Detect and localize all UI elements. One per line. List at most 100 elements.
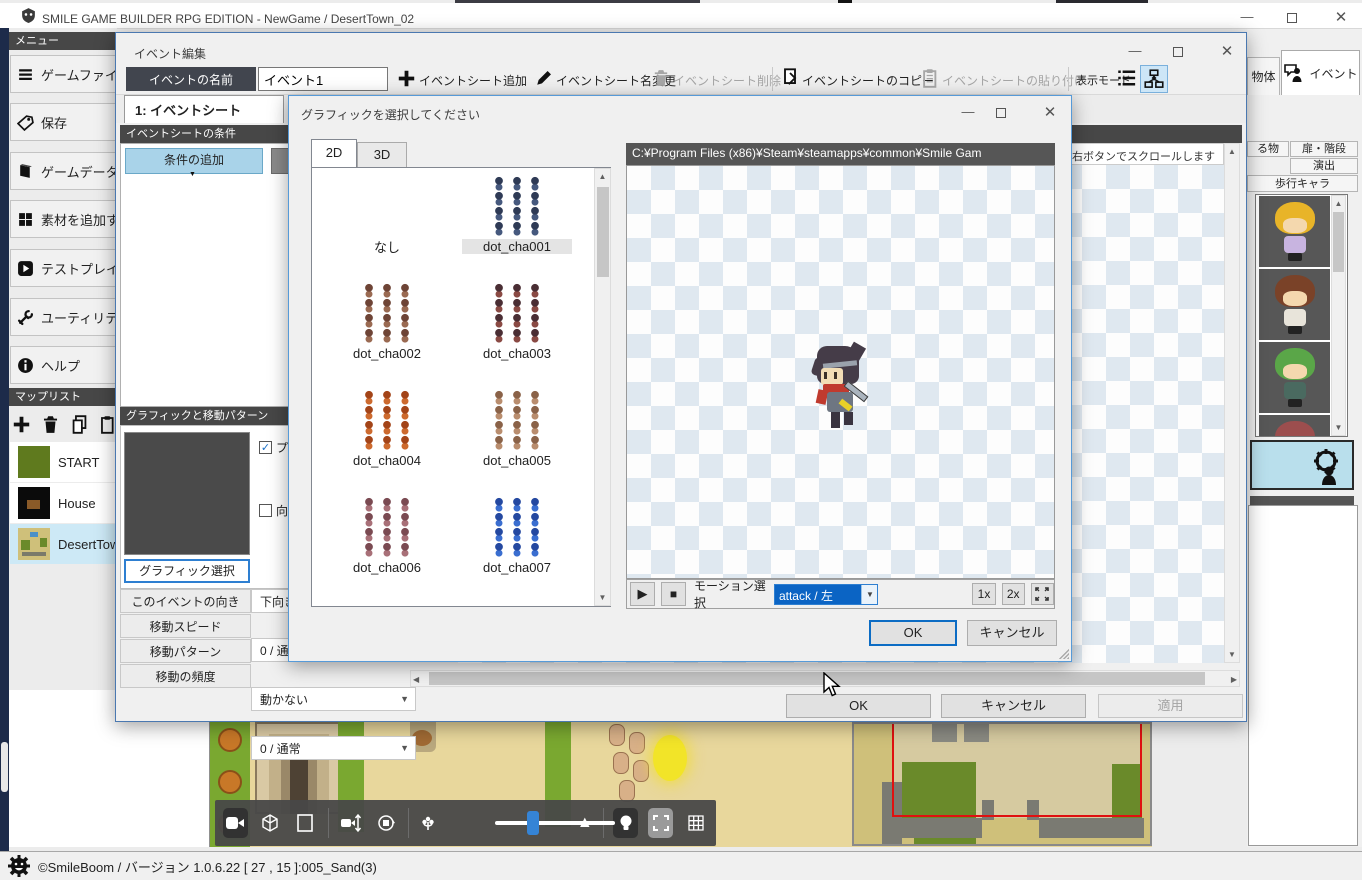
map-scrollbar[interactable] [0,28,9,851]
resize-grip[interactable] [1059,649,1069,659]
event-cancel-button[interactable]: キャンセル [941,694,1086,718]
gfx-preview-box [124,432,250,555]
map-scrollbar-thumb[interactable] [1,742,8,792]
prop-frequency-select[interactable]: 0 / 通常▼ [251,736,416,760]
close-button[interactable]: ✕ [1216,42,1238,60]
scroll-down-icon[interactable]: ▼ [595,590,610,605]
expand-brackets-icon [1035,587,1049,601]
minimize-button[interactable]: — [957,104,979,119]
graphic-item-none[interactable]: なし [332,234,442,256]
graphic-ok-button[interactable]: OK [869,620,957,646]
scroll-down-icon[interactable]: ▼ [1332,420,1345,435]
scroll-up-icon[interactable]: ▲ [1332,196,1345,211]
cube-icon[interactable] [258,808,283,838]
close-button[interactable]: ✕ [1330,8,1352,26]
graphic-item[interactable]: dot_cha006 [332,497,442,575]
sidebar-item-label: ヘルプ [41,356,80,375]
tab-3d[interactable]: 3D [357,142,407,167]
scroll-right-icon[interactable]: ▶ [1231,672,1237,687]
zoom-slider-thumb[interactable] [527,811,539,835]
graphic-cancel-button[interactable]: キャンセル [967,620,1057,646]
tab-object[interactable]: 物体 [1247,57,1280,95]
maximize-button[interactable] [1287,12,1297,26]
maplist-item-deserttown[interactable]: DesertTow [10,524,116,564]
event-name-input[interactable] [258,67,388,91]
minimize-button[interactable]: — [1124,43,1146,58]
copy-sheet-button[interactable]: イベントシートのコピー [802,72,934,89]
maximize-button[interactable] [996,107,1006,121]
subtab-walking-chara[interactable]: 歩行キャラ [1247,175,1358,192]
graphic-item[interactable]: dot_cha007 [462,497,572,575]
rotate-icon[interactable] [373,808,398,838]
dropdown-arrow-icon: ▼ [189,164,196,186]
motion-dropdown[interactable]: attack / 左 ▼ [774,584,878,605]
event-ok-button[interactable]: OK [786,694,931,718]
canvas-vscrollbar[interactable]: ▲ ▼ [1224,143,1240,663]
sprite-preview-canvas[interactable] [626,165,1055,579]
add-condition-button[interactable]: 条件の追加 ▼ [125,148,263,174]
play-button[interactable]: ▶ [630,582,655,606]
paste-sheet-button[interactable]: イベントシートの貼り付け [942,72,1086,89]
delete-sheet-button[interactable]: イベントシート削除 [673,72,781,89]
sidebar-item-add-assets[interactable]: 素材を追加する [10,200,116,238]
flowchart-view-button[interactable] [1140,65,1168,93]
tab-2d[interactable]: 2D [311,139,357,167]
expand-button[interactable] [1031,583,1054,605]
select-graphic-button[interactable]: グラフィック選択 [124,559,250,583]
copy-map-icon[interactable] [70,415,89,434]
graphic-item[interactable]: dot_cha003 [462,283,572,361]
sidebar-item-gamefile[interactable]: ゲームファイル [10,55,116,93]
maplist-header: マップリスト [9,388,117,406]
light-bulb-icon[interactable] [613,808,638,838]
subtab-direction[interactable]: 演出 [1290,158,1358,174]
scale-1x-button[interactable]: 1x [972,583,995,605]
camera-icon[interactable] [223,808,248,838]
direction-checkbox[interactable] [259,504,272,517]
graphic-item[interactable]: dot_cha005 [462,390,572,468]
maplist-item-house[interactable]: House [10,483,116,523]
sidebar-item-help[interactable]: ヘルプ [10,346,116,384]
scale-2x-button[interactable]: 2x [1002,583,1025,605]
prop-pattern-select[interactable]: 動かない▼ [251,687,416,711]
graphic-list-scrollbar[interactable]: ▲ ▼ [594,168,611,606]
scroll-up-icon[interactable]: ▲ [595,169,610,184]
graphic-item[interactable]: dot_cha002 [332,283,442,361]
selected-event-gfx[interactable] [1250,440,1354,490]
grid-icon[interactable] [683,808,708,838]
frame-icon[interactable] [293,808,318,838]
maximize-button[interactable] [1173,46,1183,60]
tab-event[interactable]: イベント [1281,50,1360,95]
camera-height-icon[interactable] [338,808,363,838]
maplist-item-start[interactable]: START [10,442,116,482]
chara-list-item[interactable] [1259,269,1330,340]
chara-list-scrollbar[interactable]: ▲ ▼ [1331,195,1346,436]
close-button[interactable]: ✕ [1039,103,1061,121]
scroll-left-icon[interactable]: ◀ [413,672,419,687]
subtab-door-stairs[interactable]: 扉・階段 [1290,141,1358,157]
graphic-item[interactable]: dot_cha004 [332,390,442,468]
minimize-button[interactable]: — [1236,9,1258,24]
add-sheet-button[interactable]: イベントシート追加 [419,72,527,89]
sheet-tab[interactable]: 1: イベントシート [124,95,284,123]
graphic-item[interactable]: dot_cha001 [462,176,572,254]
fullscreen-brackets-icon[interactable] [648,808,673,838]
zoom-slider-track[interactable] [495,821,615,825]
list-view-icon[interactable] [1117,68,1137,88]
delete-map-icon[interactable] [41,415,60,434]
event-apply-button[interactable]: 適用 [1098,694,1243,718]
chara-list-item[interactable] [1259,342,1330,413]
minimap[interactable] [852,722,1152,846]
chara-list-item[interactable] [1259,196,1330,267]
sidebar-item-gamedata[interactable]: ゲームデータを作 [10,152,116,190]
subtab-glow[interactable]: る物 [1247,141,1289,157]
zoom-out-flower-icon[interactable] [419,814,437,832]
add-map-icon[interactable] [12,415,31,434]
chara-list-item[interactable] [1259,415,1330,436]
sidebar-item-utility[interactable]: ユーティリティ [10,298,116,336]
preview-checkbox[interactable]: ✓ [259,441,272,454]
sidebar-item-save[interactable]: 保存 [10,103,116,141]
scroll-down-icon[interactable]: ▼ [1225,647,1239,662]
sidebar-item-testplay[interactable]: テストプレイ [10,249,116,287]
stop-button[interactable]: ■ [661,582,686,606]
scroll-up-icon[interactable]: ▲ [1225,144,1239,159]
